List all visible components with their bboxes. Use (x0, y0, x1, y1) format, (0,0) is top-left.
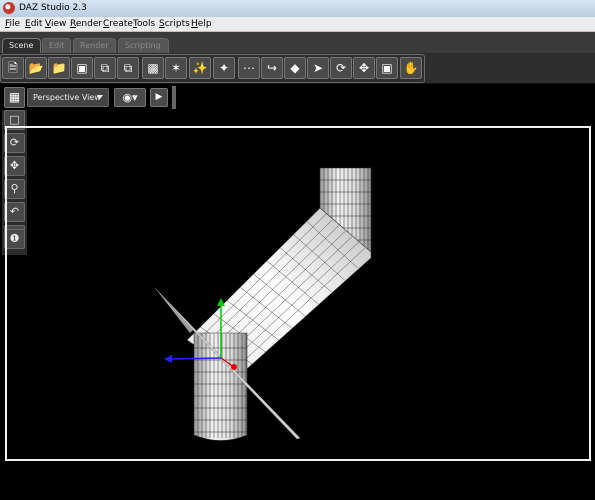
tab-scripting[interactable]: Scripting (118, 38, 169, 53)
draw-style-dropdown[interactable]: ◉▾ (114, 88, 146, 107)
main-toolbar: 🗎 📂 📁 ▣ ⧉ ⧉ ▩ ✶ ✨ ✦ ⋯ ↪ ◆ ➤ ⟳ ✥ ▣ ✋ (0, 53, 595, 84)
open-file-icon[interactable]: 📂 (25, 57, 47, 79)
menu-help[interactable]: Help (191, 19, 212, 29)
scene-canvas[interactable] (7, 128, 589, 459)
perspective-view-label: Perspective View (33, 93, 101, 102)
menu-bar: File Edit View Render Create Tools Scrip… (0, 17, 595, 32)
menu-create[interactable]: Create (103, 19, 133, 29)
new-distant-light-icon[interactable]: ✦ (213, 57, 235, 79)
tab-row: Scene Edit Render Scripting (0, 32, 595, 53)
tab-edit[interactable]: Edit (42, 38, 71, 53)
3d-viewport[interactable] (5, 126, 591, 461)
x-axis-arrow[interactable] (164, 355, 172, 363)
menu-view[interactable]: View (45, 19, 66, 29)
window-title: DAZ Studio 2.3 (19, 3, 87, 13)
menu-render[interactable]: Render (70, 19, 102, 29)
chevron-down-icon (97, 95, 103, 99)
new-spotlight-icon[interactable]: ✶ (165, 57, 187, 79)
toolbar-grip[interactable] (172, 86, 176, 109)
menu-file[interactable]: File (5, 19, 20, 29)
pose-icon[interactable]: ✋ (400, 57, 422, 79)
title-bar: DAZ Studio 2.3 (0, 0, 595, 17)
menu-edit[interactable]: Edit (25, 19, 42, 29)
app-icon[interactable] (3, 2, 15, 14)
save-icon[interactable]: ▣ (71, 57, 93, 79)
menu-tools[interactable]: Tools (133, 19, 155, 29)
rotate-icon[interactable]: ⟳ (330, 57, 352, 79)
merge-file-icon[interactable]: 📁 (48, 57, 70, 79)
draw-style-icon: ◉▾ (122, 91, 138, 104)
select-icon[interactable]: ➤ (307, 57, 329, 79)
parent-icon[interactable]: ↪ (261, 57, 283, 79)
play-icon: ▶ (155, 92, 163, 102)
scale-icon[interactable]: ▣ (376, 57, 398, 79)
export-icon[interactable]: ⧉ (117, 57, 139, 79)
new-primitive-icon[interactable]: ⋯ (238, 57, 260, 79)
viewport-layout-icon[interactable]: ▦ (4, 87, 25, 108)
tab-scene[interactable]: Scene (2, 38, 41, 53)
new-file-icon[interactable]: 🗎 (2, 57, 24, 79)
menu-scripts[interactable]: Scripts (159, 19, 190, 29)
y-axis-arrow[interactable] (217, 298, 225, 306)
translate-icon[interactable]: ✥ (353, 57, 375, 79)
tab-render[interactable]: Render (73, 38, 116, 53)
new-camera-icon[interactable]: ▩ (142, 57, 164, 79)
viewport-options-button[interactable]: ▶ (150, 88, 168, 107)
import-icon[interactable]: ⧉ (94, 57, 116, 79)
unparent-icon[interactable]: ◆ (284, 57, 306, 79)
new-point-light-icon[interactable]: ✨ (189, 57, 211, 79)
perspective-view-dropdown[interactable]: Perspective View (27, 88, 109, 107)
